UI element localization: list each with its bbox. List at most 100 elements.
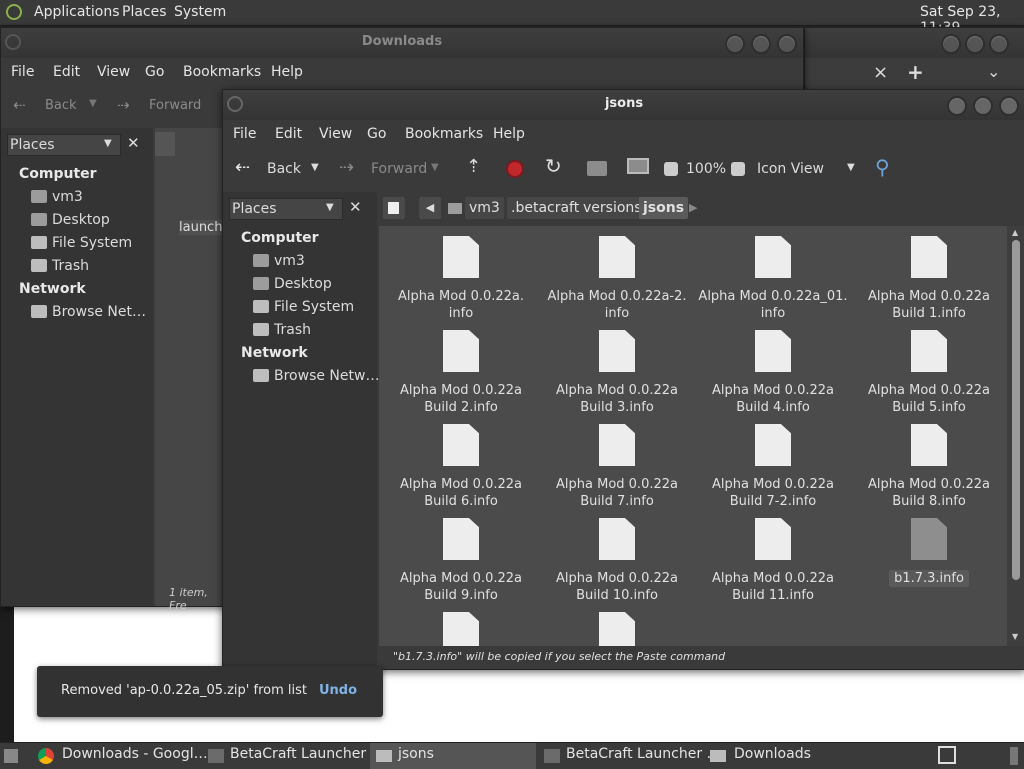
back-dropdown-icon[interactable]: ▼: [89, 98, 97, 109]
file-item[interactable]: Alpha Mod 0.0.22a Build 6.info: [383, 424, 539, 514]
scroll-up-icon[interactable]: ▲: [1012, 228, 1018, 237]
distro-logo-icon[interactable]: [6, 4, 22, 20]
file-item[interactable]: Alpha Mod 0.0.22a Build 9.info: [383, 518, 539, 608]
menu-file[interactable]: File: [233, 126, 256, 142]
reload-icon[interactable]: ↻: [545, 154, 562, 178]
minimize-button[interactable]: [947, 96, 967, 116]
forward-button[interactable]: Forward: [371, 161, 427, 177]
downloads-titlebar[interactable]: Downloads: [1, 28, 803, 58]
workspace-switcher-icon[interactable]: [938, 746, 956, 764]
zoom-in-icon[interactable]: [731, 162, 745, 176]
jsons-titlebar[interactable]: jsons: [223, 90, 1024, 120]
file-item[interactable]: Alpha Mod 0.0.22a Build 4.info: [695, 330, 851, 420]
file-item[interactable]: Alpha Mod 0.0.22a Build 7.info: [539, 424, 695, 514]
back-button[interactable]: Back: [45, 98, 77, 113]
sidebar-item-filesystem[interactable]: File System: [274, 299, 354, 315]
path-scroll-left-icon[interactable]: ◀: [419, 197, 441, 219]
text-file-icon[interactable]: [443, 612, 479, 646]
menu-help[interactable]: Help: [493, 126, 525, 142]
taskbar-item-jsons-active[interactable]: jsons: [370, 743, 536, 769]
close-window-button[interactable]: [777, 34, 797, 54]
file-item[interactable]: Alpha Mod 0.0.22a_01. info: [695, 236, 851, 326]
maximize-button[interactable]: [965, 34, 985, 54]
applications-menu[interactable]: Applications: [34, 4, 120, 20]
back-dropdown-icon[interactable]: ▼: [311, 162, 319, 173]
sidebar-item-vm3[interactable]: vm3: [274, 253, 305, 269]
show-desktop-icon[interactable]: [4, 749, 18, 763]
trash-applet-icon[interactable]: [1010, 747, 1018, 765]
forward-button[interactable]: Forward: [149, 98, 201, 113]
sidebar-item-desktop[interactable]: Desktop: [274, 276, 332, 292]
close-window-button[interactable]: [999, 96, 1019, 116]
stop-icon[interactable]: [506, 160, 524, 178]
menu-edit[interactable]: Edit: [53, 64, 80, 80]
sidebar-item-desktop[interactable]: Desktop: [52, 212, 110, 228]
close-window-button[interactable]: [989, 34, 1009, 54]
forward-dropdown-icon[interactable]: ▼: [431, 162, 439, 173]
menu-bookmarks[interactable]: Bookmarks: [405, 126, 483, 142]
taskbar-item-downloads-chrome[interactable]: Downloads - Googl…: [62, 746, 208, 766]
file-item[interactable]: Alpha Mod 0.0.22a Build 10.info: [539, 518, 695, 608]
file-item[interactable]: Alpha Mod 0.0.22a-2. info: [539, 236, 695, 326]
home-icon[interactable]: [587, 161, 607, 176]
menu-bookmarks[interactable]: Bookmarks: [183, 64, 261, 80]
system-menu[interactable]: System: [174, 4, 226, 20]
path-scroll-right-icon[interactable]: ▶: [689, 201, 697, 214]
scroll-down-icon[interactable]: ▼: [1012, 632, 1018, 641]
sidebar-item-browse-network[interactable]: Browse Netw…: [274, 368, 379, 384]
edit-path-button[interactable]: [155, 132, 175, 156]
menu-view[interactable]: View: [97, 64, 130, 80]
file-item[interactable]: b1.7.3.info: [851, 518, 1007, 608]
scrollbar-thumb[interactable]: [1012, 240, 1020, 580]
scrollbar[interactable]: ▲ ▼: [1007, 226, 1024, 646]
taskbar-item-betacraft-1[interactable]: BetaCraft Launcher …: [230, 746, 385, 766]
path-segment-vm3[interactable]: vm3: [465, 197, 504, 219]
up-arrow-icon[interactable]: ⇡: [466, 156, 481, 177]
edit-path-icon[interactable]: [383, 197, 405, 219]
tab-menu-chevron-icon[interactable]: ⌄: [987, 62, 1000, 81]
zoom-level[interactable]: 100%: [686, 161, 726, 177]
file-item[interactable]: Alpha Mod 0.0.22a. info: [383, 236, 539, 326]
menu-view[interactable]: View: [319, 126, 352, 142]
undo-button[interactable]: Undo: [319, 683, 357, 698]
sidebar-item-vm3[interactable]: vm3: [52, 189, 83, 205]
menu-help[interactable]: Help: [271, 64, 303, 80]
text-file-icon[interactable]: [599, 612, 635, 646]
view-mode-dropdown[interactable]: Icon View ▼: [753, 158, 863, 180]
sidebar-item-browse-network[interactable]: Browse Net…: [52, 304, 146, 320]
new-tab-icon[interactable]: +: [907, 60, 924, 84]
search-icon[interactable]: ⚲: [875, 155, 890, 179]
file-item[interactable]: Alpha Mod 0.0.22a Build 8.info: [851, 424, 1007, 514]
file-item[interactable]: Alpha Mod 0.0.22a Build 3.info: [539, 330, 695, 420]
file-item[interactable]: Alpha Mod 0.0.22a Build 11.info: [695, 518, 851, 608]
maximize-button[interactable]: [973, 96, 993, 116]
close-tab-icon[interactable]: ×: [873, 62, 888, 83]
file-item[interactable]: Alpha Mod 0.0.22a Build 2.info: [383, 330, 539, 420]
menu-go[interactable]: Go: [367, 126, 386, 142]
maximize-button[interactable]: [751, 34, 771, 54]
close-sidebar-icon[interactable]: ✕: [349, 198, 362, 216]
zoom-out-icon[interactable]: [664, 162, 678, 176]
sidebar-item-filesystem[interactable]: File System: [52, 235, 132, 251]
places-dropdown[interactable]: Places ▼: [229, 198, 343, 220]
file-item[interactable]: Alpha Mod 0.0.22a Build 7-2.info: [695, 424, 851, 514]
taskbar-item-downloads[interactable]: Downloads: [734, 746, 811, 766]
menu-edit[interactable]: Edit: [275, 126, 302, 142]
taskbar-item-betacraft-2[interactable]: BetaCraft Launcher …: [566, 746, 721, 766]
menu-go[interactable]: Go: [145, 64, 164, 80]
minimize-button[interactable]: [725, 34, 745, 54]
back-button[interactable]: Back: [267, 161, 301, 177]
sidebar-item-trash[interactable]: Trash: [274, 322, 311, 338]
computer-icon[interactable]: [627, 158, 649, 174]
path-segment-versions[interactable]: versions: [579, 197, 646, 219]
file-item[interactable]: Alpha Mod 0.0.22a Build 5.info: [851, 330, 1007, 420]
sidebar-item-trash[interactable]: Trash: [52, 258, 89, 274]
path-segment-betacraft[interactable]: .betacraft: [507, 197, 584, 219]
places-menu[interactable]: Places: [122, 4, 167, 20]
menu-file[interactable]: File: [11, 64, 34, 80]
close-sidebar-icon[interactable]: ✕: [127, 134, 140, 152]
minimize-button[interactable]: [941, 34, 961, 54]
file-item[interactable]: Alpha Mod 0.0.22a Build 1.info: [851, 236, 1007, 326]
places-dropdown[interactable]: Places ▼: [7, 134, 121, 156]
path-segment-jsons[interactable]: jsons: [639, 197, 689, 219]
